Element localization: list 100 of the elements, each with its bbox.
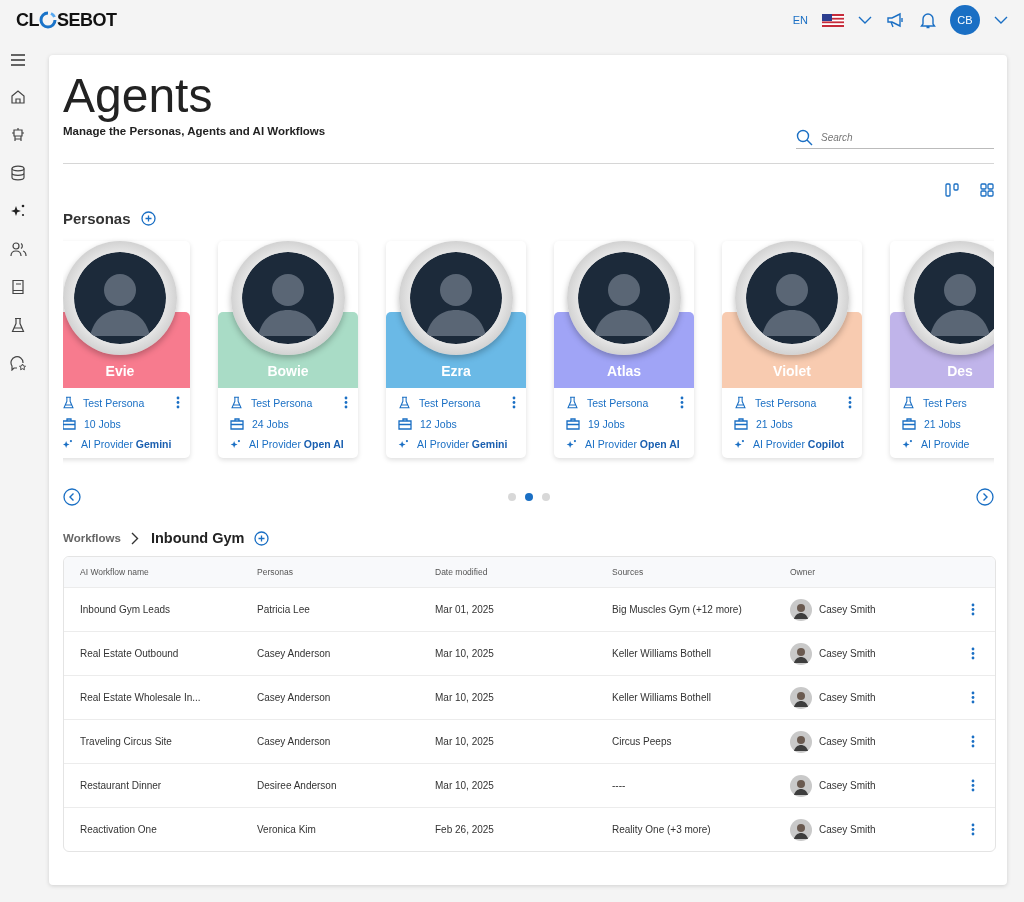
person-silhouette-icon — [410, 252, 502, 344]
table-cell-text: Big Muscles Gym (+12 more) — [612, 604, 743, 615]
database-icon[interactable] — [10, 165, 26, 181]
flask-icon — [398, 396, 411, 409]
table-cell-text: Real Estate Outbound — [80, 648, 180, 659]
briefcase-icon — [902, 417, 916, 430]
persona-provider: AI Provider Gemini — [417, 438, 508, 450]
persona-card[interactable]: Bowie Test Persona 24 Jobs AI Provider Open AI — [218, 241, 358, 458]
persona-jobs: 19 Jobs — [588, 417, 625, 430]
table-cell-text: Casey Anderson — [257, 692, 332, 703]
person-silhouette-icon — [578, 252, 670, 344]
owner-avatar-icon — [790, 774, 812, 797]
persona-role: Test Persona — [587, 396, 649, 409]
persona-card[interactable]: Ezra Test Persona 12 Jobs AI Provider Gemini — [386, 241, 526, 458]
chevron-down-icon[interactable] — [994, 16, 1008, 24]
flask-icon — [902, 396, 915, 409]
more-options-icon[interactable] — [971, 823, 975, 836]
persona-role: Test Persona — [251, 396, 313, 409]
chevron-down-icon[interactable] — [858, 16, 872, 24]
home-icon[interactable] — [10, 89, 26, 105]
sparkle-icon — [902, 438, 913, 450]
more-options-icon[interactable] — [344, 396, 348, 409]
person-silhouette-icon — [242, 252, 334, 344]
more-options-icon[interactable] — [971, 603, 975, 616]
table-cell: Casey Smith — [819, 692, 876, 703]
persona-name: Des — [946, 363, 974, 379]
sparkle-icon[interactable] — [10, 203, 26, 219]
persona-role: Test Persona — [83, 396, 145, 409]
sparkle-icon — [230, 438, 241, 450]
table-cell-text: Circus Peeps — [612, 736, 673, 747]
flag-icon — [822, 13, 844, 27]
more-options-icon[interactable] — [680, 396, 684, 409]
table-cell: Casey Smith — [819, 824, 876, 835]
book-icon[interactable] — [10, 279, 26, 295]
more-options-icon[interactable] — [176, 396, 180, 409]
grid-view-icon[interactable] — [980, 183, 994, 197]
menu-icon[interactable] — [10, 53, 26, 67]
persona-role: Test Persona — [419, 396, 481, 409]
language-button[interactable]: EN — [792, 14, 808, 26]
sparkle-icon — [398, 438, 409, 450]
table-cell: Casey Smith — [819, 648, 876, 659]
breadcrumb-current: Inbound Gym — [150, 530, 245, 546]
page-title: Agents — [63, 69, 214, 123]
table-cell-text: Real Estate Wholesale In... — [80, 692, 202, 703]
page-dot[interactable] — [541, 493, 550, 501]
bell-icon[interactable] — [920, 11, 936, 29]
column-view-icon[interactable] — [945, 183, 960, 197]
megaphone-icon[interactable] — [886, 12, 906, 28]
logo-text: CL — [16, 9, 39, 31]
persona-provider: AI Provider Open AI — [249, 438, 344, 450]
table-cell-text: Mar 10, 2025 — [435, 736, 495, 747]
persona-jobs: 12 Jobs — [420, 417, 457, 430]
persona-jobs: 10 Jobs — [84, 417, 121, 430]
table-cell-text: Keller Williams Bothell — [612, 692, 712, 703]
page-dot[interactable] — [507, 493, 516, 501]
briefcase-icon — [398, 417, 412, 430]
persona-card[interactable]: Des Test Pers 21 Jobs AI Provide — [890, 241, 994, 458]
page-dot[interactable] — [524, 493, 533, 501]
robot-icon[interactable] — [10, 127, 26, 143]
flask-icon — [734, 396, 747, 409]
table-cell-text: Inbound Gym Leads — [80, 604, 172, 615]
logo-text: SEBOT — [57, 9, 117, 31]
flask-icon[interactable] — [10, 317, 26, 333]
table-cell-text: Restaurant Dinner — [80, 780, 163, 791]
persona-provider: AI Provide — [921, 438, 970, 450]
person-silhouette-icon — [746, 252, 838, 344]
more-options-icon[interactable] — [971, 691, 975, 704]
persona-card[interactable]: Evie Test Persona 10 Jobs AI Provider Gemini — [63, 241, 190, 458]
more-options-icon[interactable] — [512, 396, 516, 409]
more-options-icon[interactable] — [971, 647, 975, 660]
persona-card[interactable]: Atlas Test Persona 19 Jobs AI Provider Open AI — [554, 241, 694, 458]
more-options-icon[interactable] — [848, 396, 852, 409]
persona-name: Bowie — [266, 363, 310, 379]
persona-provider: AI Provider Copilot — [753, 438, 844, 450]
column-header: AI Workflow name — [80, 567, 150, 577]
more-options-icon[interactable] — [971, 779, 975, 792]
column-header: Personas — [257, 567, 294, 577]
table-cell-text: Reactivation One — [80, 824, 158, 835]
flask-icon — [63, 396, 75, 409]
persona-role: Test Persona — [755, 396, 817, 409]
more-options-icon[interactable] — [971, 735, 975, 748]
section-heading: Personas — [63, 210, 131, 227]
persona-provider: AI Provider Open AI — [585, 438, 680, 450]
column-header: Owner — [790, 567, 817, 577]
add-icon[interactable] — [140, 211, 156, 226]
logo-ring-icon — [39, 11, 57, 29]
owner-avatar-icon — [790, 642, 812, 665]
user-avatar[interactable]: CB — [950, 5, 980, 35]
table-cell-text: Mar 10, 2025 — [435, 780, 495, 791]
owner-avatar-icon — [790, 818, 812, 841]
persona-name: Violet — [772, 363, 812, 379]
table-cell-text: Mar 01, 2025 — [435, 604, 495, 615]
persona-name: Atlas — [605, 363, 643, 379]
persona-name: Ezra — [440, 363, 472, 379]
person-silhouette-icon — [914, 252, 994, 344]
add-icon[interactable] — [254, 530, 270, 546]
users-icon[interactable] — [9, 241, 27, 257]
breadcrumb-link[interactable]: Workflows — [63, 532, 121, 544]
persona-card[interactable]: Violet Test Persona 21 Jobs AI Provider Copilot — [722, 241, 862, 458]
chat-star-icon[interactable] — [9, 355, 27, 371]
